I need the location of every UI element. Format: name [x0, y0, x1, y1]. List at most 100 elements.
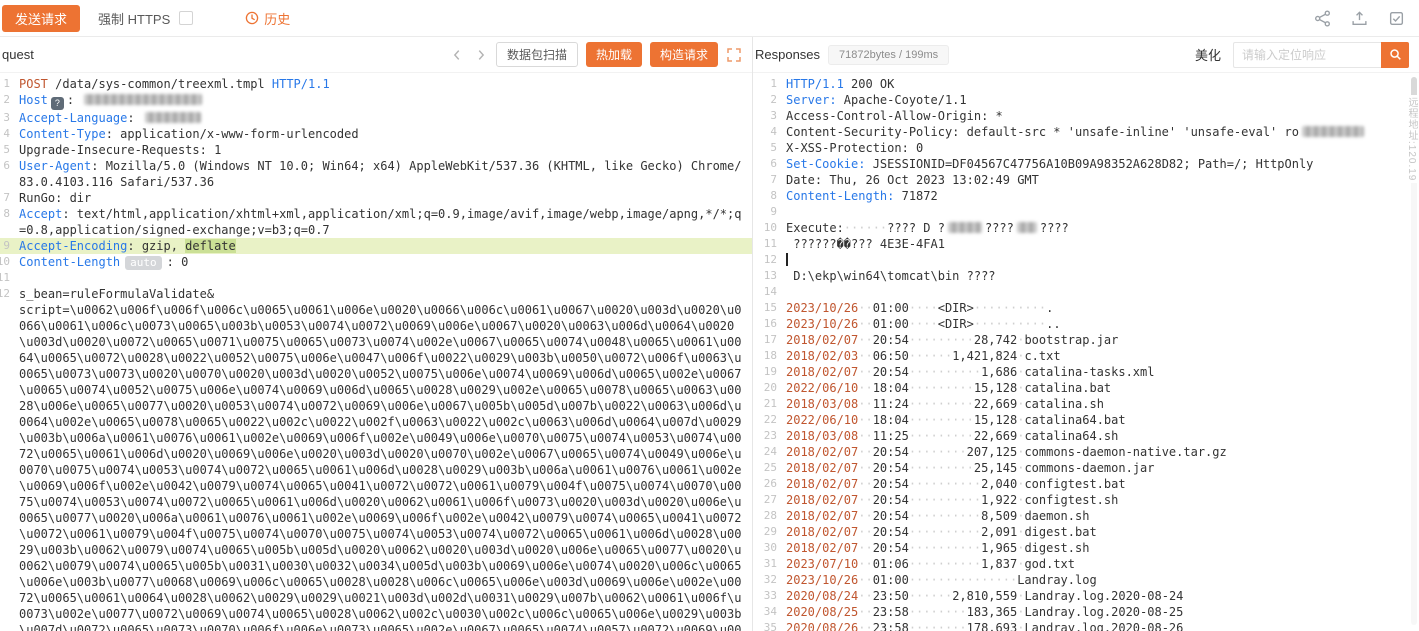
request-editor[interactable]: 1POST /data/sys-common/treexml.tmpl HTTP… [0, 73, 752, 631]
token: 1,965 [981, 541, 1017, 555]
token: 1,922 [981, 493, 1017, 507]
request-line-content: s_bean=ruleFormulaValidate& script=\u006… [10, 286, 752, 631]
token: Accept [19, 207, 62, 221]
token: : gzip, [127, 239, 185, 253]
send-request-button[interactable]: 发送请求 [2, 5, 80, 32]
token: 20:54 [873, 477, 909, 491]
token: 2,040 [981, 477, 1017, 491]
build-request-button[interactable]: 构造请求 [650, 42, 718, 67]
response-line: 9 [753, 204, 1419, 220]
token: Set-Cookie: [786, 157, 865, 171]
token: 11:24 [873, 397, 909, 411]
token: bootstrap.jar [1024, 333, 1118, 347]
token: ·· [858, 461, 872, 475]
chevron-left-icon[interactable] [450, 48, 464, 62]
token: 23:50 [873, 589, 909, 603]
line-number: 6 [753, 156, 777, 172]
line-number: 2 [753, 92, 777, 108]
token: 20:54 [873, 445, 909, 459]
token: Content-Security-Policy: default-src * '… [786, 125, 1299, 139]
token: POST [19, 77, 48, 91]
response-line-content: Access-Control-Allow-Origin: * [777, 108, 1419, 124]
token: 20:54 [873, 541, 909, 555]
token: ········ [909, 621, 967, 631]
token: 01:06 [873, 557, 909, 571]
force-https-checkbox[interactable] [179, 11, 193, 25]
token: 183,365 [967, 605, 1018, 619]
token: ·· [858, 525, 872, 539]
token: catalina64.bat [1024, 413, 1125, 427]
fullscreen-icon[interactable] [726, 47, 742, 63]
response-line: 1HTTP/1.1 200 OK [753, 76, 1419, 92]
response-line-content: 2018/03/08··11:25·········22,669·catalin… [777, 428, 1419, 444]
response-line: 312023/07/10··01:06··········1,837·god.t… [753, 556, 1419, 572]
response-search-input[interactable] [1233, 42, 1381, 68]
token: 2018/02/07 [786, 541, 858, 555]
response-line-content: ??????��??? 4E3E-4FA1 [777, 236, 1419, 252]
token: ·· [858, 509, 872, 523]
response-panel: Responses 71872bytes / 199ms 美化 1HTTP/1.… [753, 37, 1419, 631]
line-number: 10 [0, 254, 10, 270]
response-line: 152023/10/26··01:00····<DIR>··········. [753, 300, 1419, 316]
response-line: 182018/02/03··06:50······1,421,824·c.txt [753, 348, 1419, 364]
request-line: 3Accept-Language: [0, 110, 752, 126]
response-line: 8Content-Length: 71872 [753, 188, 1419, 204]
packet-scan-button[interactable]: 数据包扫描 [496, 42, 578, 67]
hot-reload-button[interactable]: 热加载 [586, 42, 642, 67]
token: Landray.log.2020-08-26 [1024, 621, 1183, 631]
toolbar: 发送请求 强制 HTTPS 历史 [0, 0, 1419, 37]
response-search-button[interactable] [1381, 42, 1409, 68]
response-line: 252018/02/07··20:54·········25,145·commo… [753, 460, 1419, 476]
chevron-right-icon[interactable] [474, 48, 488, 62]
history-button[interactable]: 历史 [245, 9, 290, 28]
token: Host [19, 93, 48, 107]
report-icon[interactable] [1388, 10, 1405, 27]
token: 2023/07/10 [786, 557, 858, 571]
line-number: 8 [0, 206, 10, 222]
line-number: 33 [753, 588, 777, 604]
share-icon[interactable] [1314, 10, 1331, 27]
token: User-Agent [19, 159, 91, 173]
token: 2018/03/08 [786, 397, 858, 411]
request-line-content: Content-Lengthauto: 0 [10, 254, 752, 270]
export-icon[interactable] [1351, 10, 1368, 27]
response-line-content: Server: Apache-Coyote/1.1 [777, 92, 1419, 108]
token: 200 OK [844, 77, 895, 91]
token: ·········· [909, 509, 981, 523]
token: 20:54 [873, 365, 909, 379]
response-line: 2Server: Apache-Coyote/1.1 [753, 92, 1419, 108]
token: 22,669 [974, 429, 1017, 443]
beautify-button[interactable]: 美化 [1195, 45, 1221, 64]
request-line: 10Content-Lengthauto: 0 [0, 254, 752, 270]
response-line-content: 2020/08/24··23:50······2,810,559·Landray… [777, 588, 1419, 604]
token: 2,810,559 [952, 589, 1017, 603]
history-label: 历史 [264, 9, 290, 28]
token: Apache-Coyote/1.1 [837, 93, 967, 107]
response-line: 172018/02/07··20:54·········28,742·boots… [753, 332, 1419, 348]
token: deflate [185, 239, 236, 253]
response-line: 292018/02/07··20:54··········2,091·diges… [753, 524, 1419, 540]
line-number: 5 [0, 142, 10, 158]
token: 01:00 [873, 573, 909, 587]
token: 18:04 [873, 413, 909, 427]
token: 20:54 [873, 461, 909, 475]
token: ········· [909, 461, 974, 475]
response-line-content: Set-Cookie: JSESSIONID=DF04567C47756A10B… [777, 156, 1419, 172]
token: 20:54 [873, 509, 909, 523]
response-line: 342020/08/25··23:58········183,365·Landr… [753, 604, 1419, 620]
response-line: 212018/03/08··11:24·········22,669·catal… [753, 396, 1419, 412]
response-line: 262018/02/07··20:54··········2,040·confi… [753, 476, 1419, 492]
response-editor[interactable]: 1HTTP/1.1 200 OK2Server: Apache-Coyote/1… [753, 73, 1419, 631]
line-number: 1 [753, 76, 777, 92]
token: ·· [858, 317, 872, 331]
response-line: 352020/08/26··23:58········178,693·Landr… [753, 620, 1419, 631]
response-panel-header: Responses 71872bytes / 199ms 美化 [753, 37, 1419, 73]
token: ········· [909, 381, 974, 395]
token: 2018/03/08 [786, 429, 858, 443]
token: configtest.sh [1024, 493, 1118, 507]
token: ·········· [909, 525, 981, 539]
token: catalina-tasks.xml [1024, 365, 1154, 379]
response-line-content: 2018/02/07··20:54·········28,742·bootstr… [777, 332, 1419, 348]
token: ·· [858, 493, 872, 507]
response-line-content: 2020/08/25··23:58········183,365·Landray… [777, 604, 1419, 620]
